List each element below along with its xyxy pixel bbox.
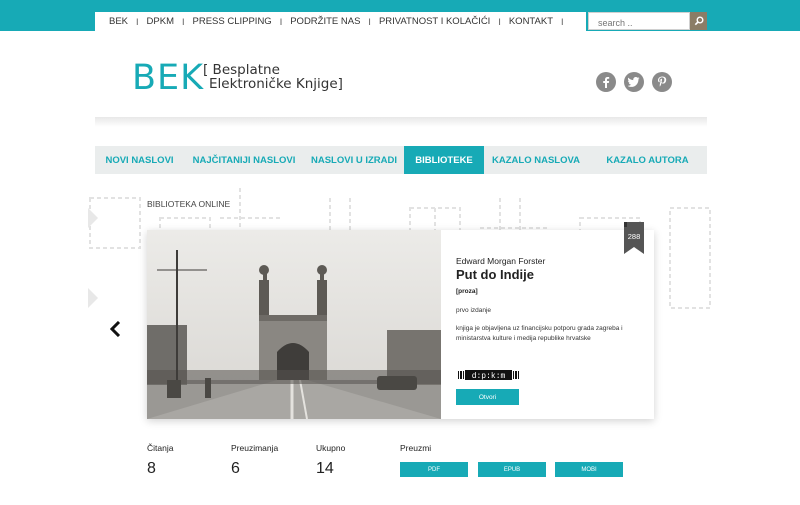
pinterest-button[interactable] xyxy=(652,72,672,92)
nav-biblioteke[interactable]: BIBLIOTEKE xyxy=(404,146,484,174)
book-author[interactable]: Edward Morgan Forster xyxy=(456,256,545,266)
pinterest-icon xyxy=(658,76,667,87)
nav-novi-naslovi[interactable]: NOVI NASLOVI xyxy=(95,146,184,174)
publisher-logo: d:p:k:m xyxy=(457,370,520,380)
total-value: 14 xyxy=(316,460,334,477)
reads-label: Čitanja xyxy=(147,443,174,453)
download-epub-button[interactable]: EPUB xyxy=(478,462,546,477)
nav-najcitaniji-naslovi[interactable]: NAJČITANIJI NASLOVI xyxy=(184,146,304,174)
download-label: Preuzmi xyxy=(400,443,432,453)
download-mobi-button[interactable]: MOBI xyxy=(555,462,623,477)
site-logo[interactable]: BEK xyxy=(132,58,204,98)
search-box xyxy=(588,12,690,31)
topnav-item-press-clipping[interactable]: PRESS CLIPPING xyxy=(185,16,280,27)
search-icon xyxy=(694,16,703,26)
reads-value: 8 xyxy=(147,460,156,477)
topnav-item-kontakt[interactable]: KONTAKT xyxy=(501,16,561,27)
search-input[interactable] xyxy=(589,15,689,31)
section-title: BIBLIOTEKA ONLINE xyxy=(147,199,231,209)
open-button[interactable]: Otvori xyxy=(456,389,519,405)
chevron-left-icon xyxy=(109,320,121,338)
nav-kazalo-naslova[interactable]: KAZALO NASLOVA xyxy=(484,146,588,174)
total-label: Ukupno xyxy=(316,443,346,453)
tagline-line-2: Elektroničke Knjige] xyxy=(209,76,343,92)
book-card: Edward Morgan Forster Put do Indije [pro… xyxy=(147,230,654,419)
downloads-value: 6 xyxy=(231,460,240,477)
book-number-badge: 288 xyxy=(627,232,641,241)
topnav-item-bek[interactable]: BEK xyxy=(101,16,136,27)
search-button[interactable] xyxy=(690,12,707,30)
nav-naslovi-u-izradi[interactable]: NASLOVI U IZRADI xyxy=(304,146,404,174)
download-pdf-button[interactable]: PDF xyxy=(400,462,468,477)
downloads-label: Preuzimanja xyxy=(231,443,279,453)
book-description: knjiga je objavljena uz financijsku potp… xyxy=(456,325,623,342)
main-navigation: NOVI NASLOVI NAJČITANIJI NASLOVI NASLOVI… xyxy=(95,146,707,174)
topnav-separator: I xyxy=(561,16,564,27)
nav-kazalo-autora[interactable]: KAZALO AUTORA xyxy=(588,146,707,174)
publisher-logo-text: d:p:k:m xyxy=(472,372,506,380)
header-divider xyxy=(95,117,707,127)
topnav-item-privatnost[interactable]: PRIVATNOST I KOLAČIĆI xyxy=(371,16,498,27)
facebook-icon xyxy=(603,77,610,88)
twitter-icon xyxy=(628,77,640,87)
book-edition: prvo izdanje xyxy=(456,307,492,314)
slider-prev-button[interactable] xyxy=(109,320,122,338)
twitter-button[interactable] xyxy=(624,72,644,92)
charminar-image xyxy=(147,230,441,419)
book-title[interactable]: Put do Indije xyxy=(456,267,534,282)
topnav-item-dpkm[interactable]: DPKM xyxy=(139,16,182,27)
book-genre: [proza] xyxy=(456,288,478,295)
top-navigation: BEK I DPKM I PRESS CLIPPING I PODRŽITE N… xyxy=(95,12,586,31)
tagline-line-1: [ Besplatne xyxy=(203,62,280,78)
book-cover-photo[interactable] xyxy=(147,230,441,419)
topnav-item-podrzite-nas[interactable]: PODRŽITE NAS xyxy=(282,16,368,27)
facebook-button[interactable] xyxy=(596,72,616,92)
site-tagline: [ Besplatne Elektroničke Knjige] xyxy=(203,63,343,91)
